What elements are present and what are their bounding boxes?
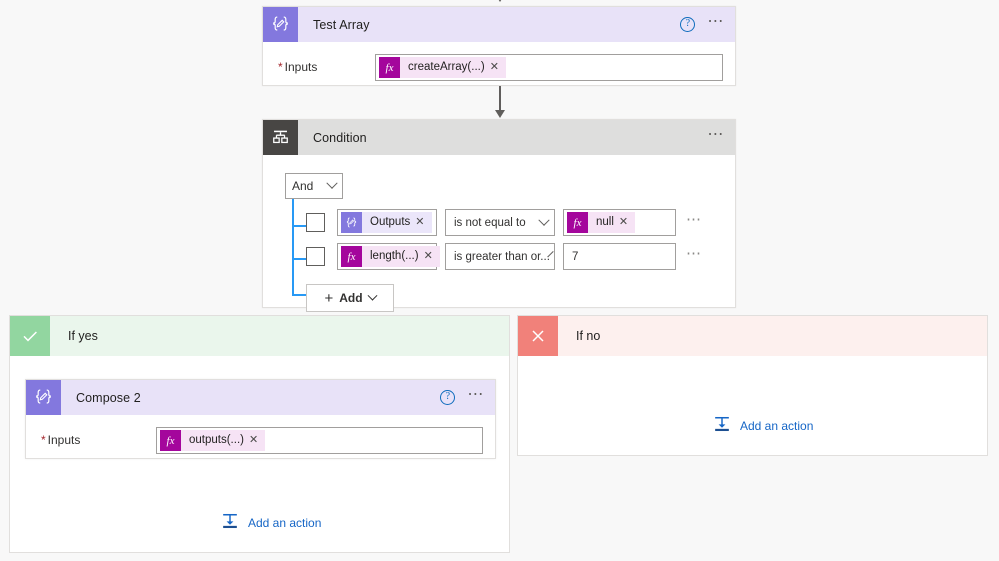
add-condition-label: Add <box>339 291 363 305</box>
logical-operator-value: And <box>292 179 314 193</box>
branch-header-if-yes: If yes <box>10 316 509 356</box>
card-header-actions: ⋯ <box>705 120 727 155</box>
row-more-options-icon[interactable]: ⋯ <box>686 212 703 229</box>
token-chip-null[interactable]: fx null ✕ <box>567 212 636 233</box>
card-header-compose-2: Compose 2 ? ⋯ <box>26 380 495 415</box>
compose-braces-icon <box>263 7 298 42</box>
action-card-condition[interactable]: Condition ⋯ And Outputs ✕ is not equal t… <box>262 119 736 312</box>
condition-operator-select[interactable]: is greater than or... <box>445 243 555 270</box>
remove-token-icon[interactable]: ✕ <box>490 61 499 73</box>
card-title-condition: Condition <box>313 130 367 145</box>
add-an-action-link-if-yes[interactable]: Add an action <box>221 512 321 533</box>
condition-row-checkbox[interactable] <box>306 247 325 266</box>
branch-panel-if-no: If no Add an action <box>517 315 988 456</box>
inputs-field-compose-2[interactable]: fx outputs(...) ✕ <box>156 427 483 454</box>
token-chip-length[interactable]: fx length(...) ✕ <box>341 246 440 267</box>
row-more-options-icon[interactable]: ⋯ <box>686 246 703 263</box>
token-chip-label: outputs(...) ✕ <box>181 430 266 451</box>
connector-arrowhead <box>494 110 505 118</box>
add-action-insert-icon <box>221 512 239 533</box>
help-circle-icon[interactable]: ? <box>440 390 456 405</box>
branch-panel-if-yes: If yes Compose 2 ? ⋯ * Inputs fx outputs… <box>9 315 510 553</box>
function-fx-icon: fx <box>379 57 400 78</box>
condition-operand-field[interactable]: fx length(...) ✕ <box>337 243 440 270</box>
checkmark-icon <box>10 316 50 356</box>
condition-row-checkbox[interactable] <box>306 213 325 232</box>
more-options-icon[interactable]: ⋯ <box>705 126 727 145</box>
token-chip-createarray[interactable]: fx createArray(...) ✕ <box>379 57 506 78</box>
field-row-inputs: * Inputs fx outputs(...) ✕ <box>38 427 483 454</box>
branch-header-if-no: If no <box>518 316 987 356</box>
remove-token-icon[interactable]: ✕ <box>249 434 258 446</box>
card-header-actions: ? ⋯ <box>680 7 727 42</box>
function-fx-icon: fx <box>160 430 181 451</box>
condition-value-field[interactable]: fx null ✕ <box>563 209 676 236</box>
action-card-compose-2[interactable]: Compose 2 ? ⋯ * Inputs fx outputs(...) ✕ <box>25 379 496 459</box>
connector-line <box>499 86 501 113</box>
condition-group-bracket-tick <box>292 294 306 296</box>
function-fx-icon: fx <box>567 212 588 233</box>
condition-group-bracket-tick <box>292 225 306 227</box>
action-card-test-array[interactable]: Test Array ? ⋯ * Inputs fx createArray(..… <box>262 6 736 86</box>
condition-row: Outputs ✕ is not equal to fx null ✕ ⋯ <box>306 209 735 236</box>
required-marker: * <box>41 433 46 447</box>
add-action-label: Add an action <box>740 418 814 433</box>
add-an-action-link-if-no[interactable]: Add an action <box>713 415 813 436</box>
token-chip-outputs-fn[interactable]: fx outputs(...) ✕ <box>160 430 266 451</box>
condition-operator-value: is greater than or... <box>454 250 550 263</box>
condition-group-bracket-tick <box>292 258 306 260</box>
token-chip-label: length(...) ✕ <box>362 246 440 267</box>
token-chip-label: null ✕ <box>588 212 636 233</box>
condition-operand-field[interactable]: Outputs ✕ <box>337 209 437 236</box>
more-options-icon[interactable]: ⋯ <box>465 386 487 405</box>
condition-value-field[interactable]: 7 <box>563 243 676 270</box>
token-chip-label: Outputs ✕ <box>362 212 432 233</box>
condition-editor: And Outputs ✕ is not equal to fx null ✕ … <box>263 155 735 312</box>
token-chip-outputs[interactable]: Outputs ✕ <box>341 212 432 233</box>
card-header-condition: Condition ⋯ <box>263 120 735 155</box>
add-condition-button[interactable]: + Add <box>306 284 394 312</box>
remove-token-icon[interactable]: ✕ <box>619 216 628 228</box>
card-header-actions: ? ⋯ <box>440 380 487 415</box>
field-row-inputs: * Inputs fx createArray(...) ✕ <box>275 54 723 81</box>
remove-token-icon[interactable]: ✕ <box>424 250 433 262</box>
condition-branch-icon <box>263 120 298 155</box>
inputs-field-test-array[interactable]: fx createArray(...) ✕ <box>375 54 723 81</box>
close-x-icon <box>518 316 558 356</box>
chevron-down-icon <box>326 177 338 189</box>
compose-braces-icon <box>341 212 362 233</box>
connector-arrowhead <box>494 0 505 2</box>
chevron-down-icon <box>538 214 550 226</box>
more-options-icon[interactable]: ⋯ <box>705 13 727 32</box>
chevron-down-icon <box>367 290 377 301</box>
card-title-compose-2: Compose 2 <box>76 390 141 405</box>
logical-operator-select[interactable]: And <box>285 173 343 199</box>
token-chip-label: createArray(...) ✕ <box>400 57 506 78</box>
remove-token-icon[interactable]: ✕ <box>415 216 424 228</box>
branch-label-if-no: If no <box>576 329 601 343</box>
function-fx-icon: fx <box>341 246 362 267</box>
add-action-insert-icon <box>713 415 731 436</box>
field-label-inputs: * Inputs <box>41 433 81 447</box>
required-marker: * <box>278 60 283 74</box>
add-action-label: Add an action <box>248 515 322 530</box>
card-header-test-array: Test Array ? ⋯ <box>263 7 735 42</box>
help-circle-icon[interactable]: ? <box>680 17 696 32</box>
condition-value-text: 7 <box>572 250 579 263</box>
condition-group-bracket <box>292 199 294 295</box>
branch-label-if-yes: If yes <box>68 329 98 343</box>
condition-row: fx length(...) ✕ is greater than or... 7 … <box>306 243 735 270</box>
card-body-compose-2: * Inputs fx outputs(...) ✕ <box>26 415 495 472</box>
condition-operator-value: is not equal to <box>454 216 526 229</box>
condition-operator-select[interactable]: is not equal to <box>445 209 555 236</box>
compose-braces-icon <box>26 380 61 415</box>
plus-icon: + <box>324 289 334 307</box>
card-title-test-array: Test Array <box>313 17 370 32</box>
field-label-inputs: * Inputs <box>278 60 318 74</box>
